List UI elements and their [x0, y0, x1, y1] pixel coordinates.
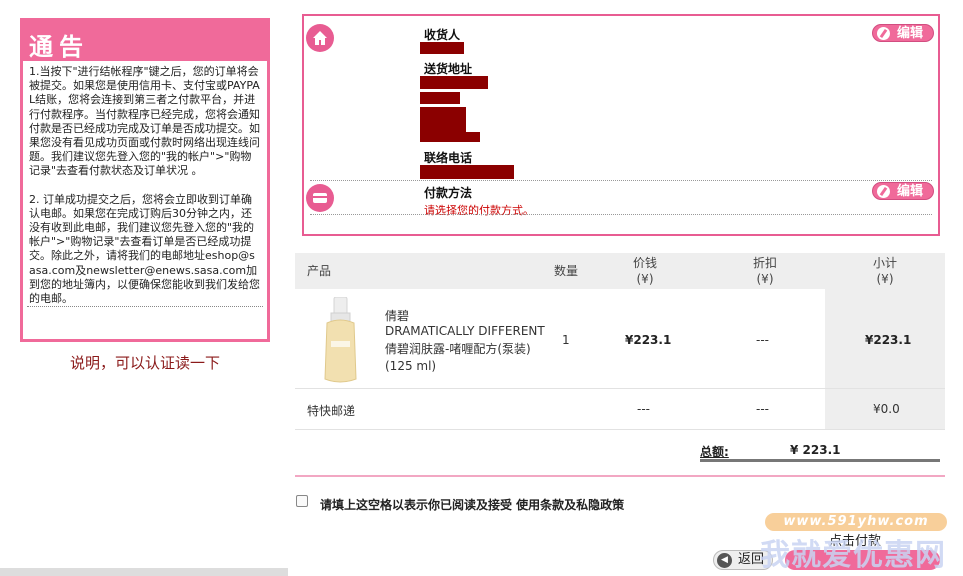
row-divider: [295, 388, 945, 389]
shipping-label: 特快邮递: [307, 404, 356, 418]
shipping-subtotal: ¥0.0: [873, 402, 900, 416]
row-divider: [295, 429, 945, 430]
watermark-url: www.591yhw.com: [765, 513, 947, 531]
phone-label: 联络电话: [424, 151, 473, 165]
table-header: 产品 数量 价钱 (¥) 折扣 (¥) 小计 (¥): [295, 253, 945, 289]
header-price: 价钱 (¥): [632, 256, 657, 286]
header-discount: 折扣 (¥): [752, 256, 777, 286]
home-icon: [306, 24, 334, 52]
card-icon: [306, 184, 334, 212]
divider: [310, 180, 932, 181]
notice-panel: 通告 1.当按下"进行结帐程序"键之后，您的订单将会被提交。如果您是使用信用卡、…: [20, 18, 270, 342]
section-divider: [295, 475, 945, 477]
item-price: ¥223.1: [625, 333, 672, 347]
delivery-label: 送货地址: [424, 62, 473, 76]
product-name-cn: 倩碧润肤露-啫喱配方(泵装) (125 ml): [385, 342, 531, 373]
notice-paragraph-2: 2. 订单成功提交之后，您将会立即收到订单确认电邮。如果您在完成订购后30分钟之…: [29, 192, 260, 306]
arrow-left-icon: ◀: [717, 553, 732, 568]
payment-hint: 请选择您的付款方式。: [424, 204, 534, 217]
item-qty: 1: [562, 333, 570, 347]
header-qty: 数量: [553, 264, 578, 278]
address-box: 收货人 送货地址 联络电话 编辑 付款方法 请选择您的付款方式。 编辑: [302, 14, 940, 236]
product-image: [324, 297, 357, 383]
header-subtotal: 小计 (¥): [872, 256, 897, 286]
edit-address-button[interactable]: 编辑: [872, 24, 934, 42]
total-value: ¥ 223.1: [790, 443, 841, 457]
redacted-address: [420, 76, 488, 89]
pencil-icon: [877, 185, 890, 198]
header-product: 产品: [307, 264, 332, 278]
edit-payment-button[interactable]: 编辑: [872, 182, 934, 200]
product-brand: 倩碧: [385, 309, 410, 323]
horizontal-scrollbar[interactable]: [0, 568, 288, 576]
explain-caption: 说明，可以认证读一下: [69, 354, 220, 372]
agree-text: 请填上这空格以表示你已阅读及接受 使用条款及私隐政策: [320, 498, 625, 512]
redacted-phone: [420, 165, 514, 179]
watermark-logo: 我就爱优惠网: [760, 538, 946, 573]
redacted-address: [420, 92, 460, 104]
notice-title: 通告: [23, 21, 267, 61]
shipping-price: ---: [637, 402, 650, 416]
total-underline: [700, 459, 940, 462]
item-discount: ---: [756, 333, 769, 347]
shipping-discount: ---: [756, 402, 769, 416]
pencil-icon: [877, 27, 890, 40]
redacted-receiver: [420, 42, 464, 54]
notice-paragraph-1: 1.当按下"进行结帐程序"键之后，您的订单将会被提交。如果您是使用信用卡、支付宝…: [29, 65, 260, 178]
divider: [310, 214, 932, 215]
redacted-address: [420, 132, 480, 142]
payment-label: 付款方法: [424, 186, 473, 200]
item-subtotal: ¥223.1: [865, 333, 912, 347]
product-name-en: DRAMATICALLY DIFFERENT: [385, 324, 545, 338]
notice-body: 1.当按下"进行结帐程序"键之后，您的订单将会被提交。如果您是使用信用卡、支付宝…: [27, 65, 263, 308]
receiver-label: 收货人: [424, 28, 461, 42]
total-label: 总额:: [700, 445, 729, 459]
